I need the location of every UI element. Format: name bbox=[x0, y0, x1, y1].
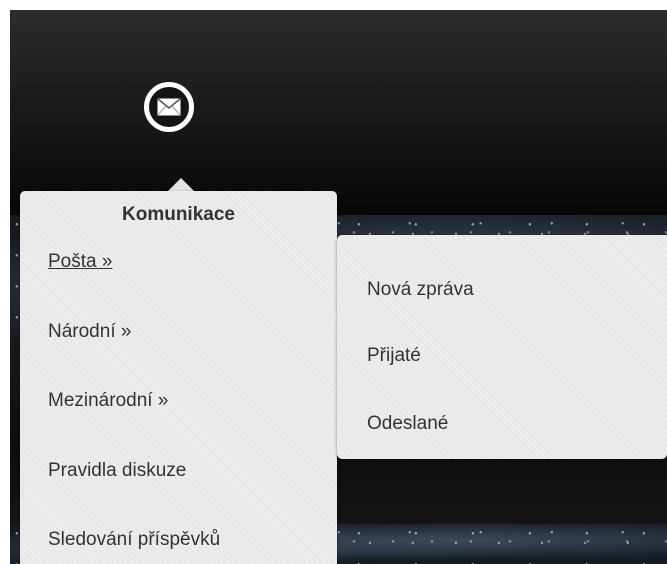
menu-item-sledovani-prispevku[interactable]: Sledování příspěvků bbox=[48, 529, 220, 551]
communication-dropdown-menu: Komunikace Pošta » Národní » Mezinárodní… bbox=[20, 191, 337, 564]
menu-title: Komunikace bbox=[122, 204, 235, 225]
menu-item-pravidla-diskuze[interactable]: Pravidla diskuze bbox=[48, 460, 186, 482]
page-stage: Komunikace Pošta » Národní » Mezinárodní… bbox=[10, 10, 667, 564]
menu-item-posta[interactable]: Pošta » bbox=[48, 251, 112, 273]
menu-pointer-caret bbox=[168, 178, 194, 191]
envelope-icon bbox=[157, 98, 181, 116]
mail-button[interactable] bbox=[144, 82, 194, 132]
top-navigation-bar bbox=[10, 10, 667, 215]
menu-item-narodni[interactable]: Národní » bbox=[48, 321, 131, 343]
submenu-item-prijate[interactable]: Přijaté bbox=[367, 345, 421, 367]
submenu-item-nova-zprava[interactable]: Nová zpráva bbox=[367, 279, 474, 301]
submenu-item-odeslane[interactable]: Odeslané bbox=[367, 413, 448, 435]
mail-submenu: Nová zpráva Přijaté Odeslané bbox=[337, 235, 667, 459]
menu-item-mezinarodni[interactable]: Mezinárodní » bbox=[48, 390, 168, 412]
